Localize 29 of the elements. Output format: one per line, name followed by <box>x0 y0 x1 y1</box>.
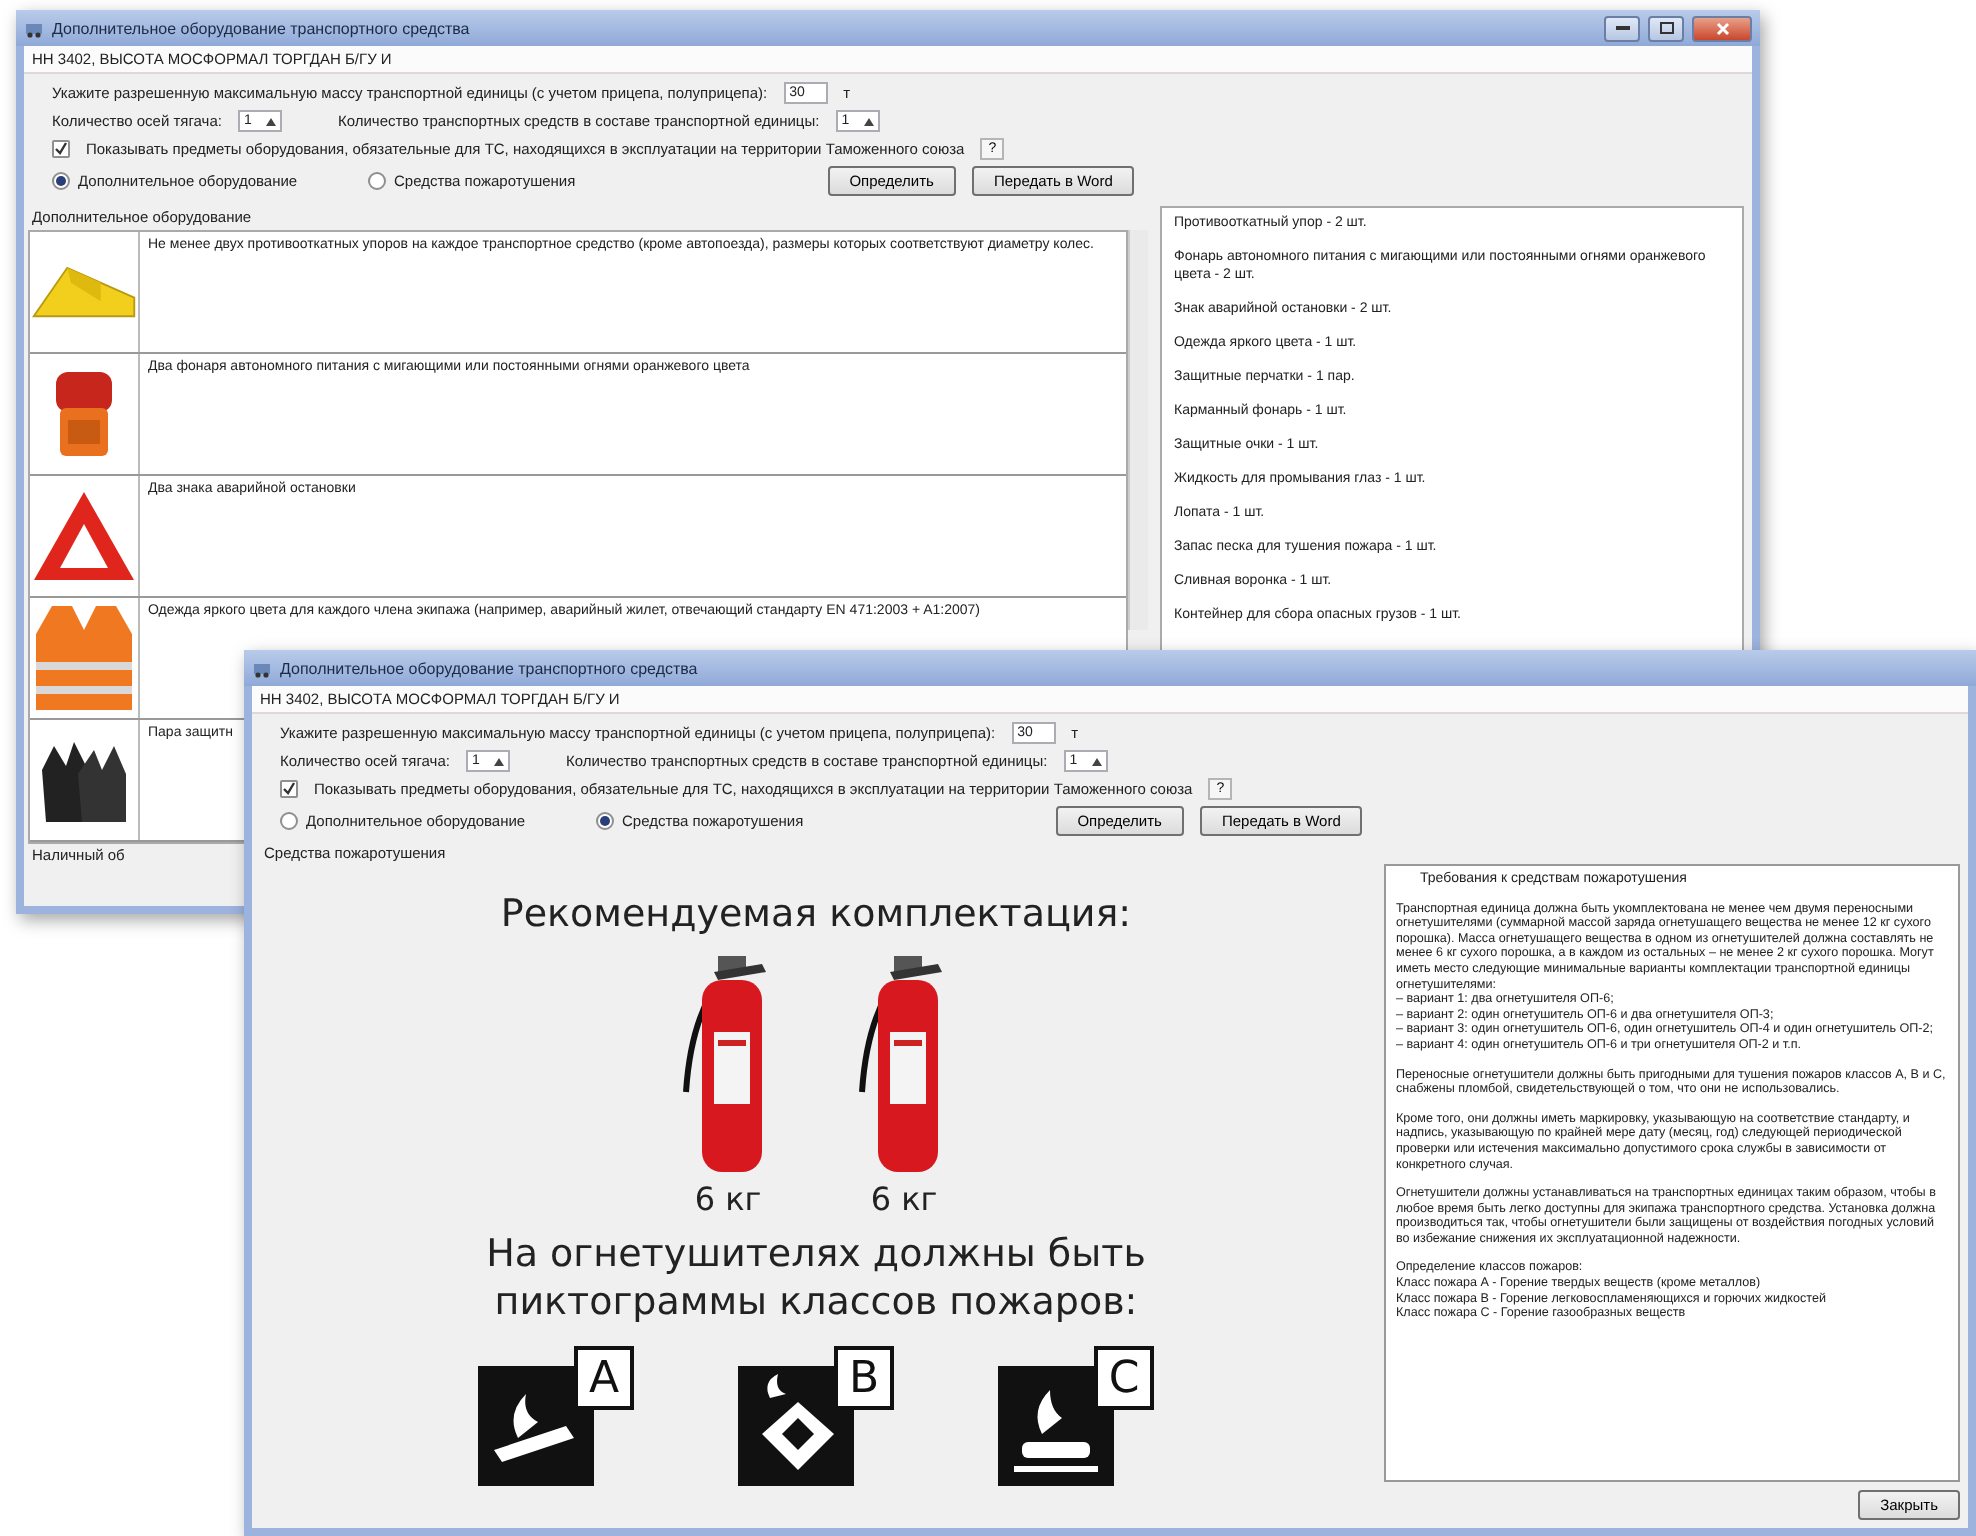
minimize-icon <box>1615 25 1629 31</box>
spinner-arrow-icon[interactable] <box>265 117 276 125</box>
fire-class-letter: C <box>1094 1346 1154 1410</box>
weight-label: 6 кг <box>694 1180 762 1218</box>
safety-vest-icon <box>32 602 136 714</box>
weight-label: 6 кг <box>870 1180 938 1218</box>
close-icon <box>1715 21 1729 35</box>
close-button[interactable] <box>1692 15 1752 41</box>
section-heading: Рекомендуемая комплектация: <box>500 892 1132 936</box>
window-title: Дополнительное оборудование транспортного средства <box>280 659 700 677</box>
spinner-arrow-icon[interactable] <box>1091 757 1102 765</box>
radio-button[interactable] <box>368 172 386 190</box>
spinner-arrow-icon[interactable] <box>863 117 874 125</box>
section-heading: На огнетушителях должны быть пиктограммы классов пожаров: <box>484 1230 1148 1326</box>
app-icon <box>24 18 44 38</box>
radio-button[interactable] <box>52 172 70 190</box>
minimize-button[interactable] <box>1604 15 1640 41</box>
maximize-icon <box>1659 22 1673 34</box>
checkbox[interactable] <box>280 780 298 798</box>
spinner-arrow-icon[interactable] <box>493 757 504 765</box>
fire-class-letter: A <box>574 1346 634 1410</box>
app-icon <box>252 658 272 678</box>
maximize-button[interactable] <box>1648 15 1684 41</box>
scrollbar[interactable] <box>1128 230 1148 630</box>
window-title: Дополнительное оборудование транспортного средства <box>52 19 472 37</box>
checkbox[interactable] <box>52 140 70 158</box>
fire-class-letter: B <box>834 1346 894 1410</box>
radio-button[interactable] <box>596 812 614 830</box>
radio-button[interactable] <box>280 812 298 830</box>
